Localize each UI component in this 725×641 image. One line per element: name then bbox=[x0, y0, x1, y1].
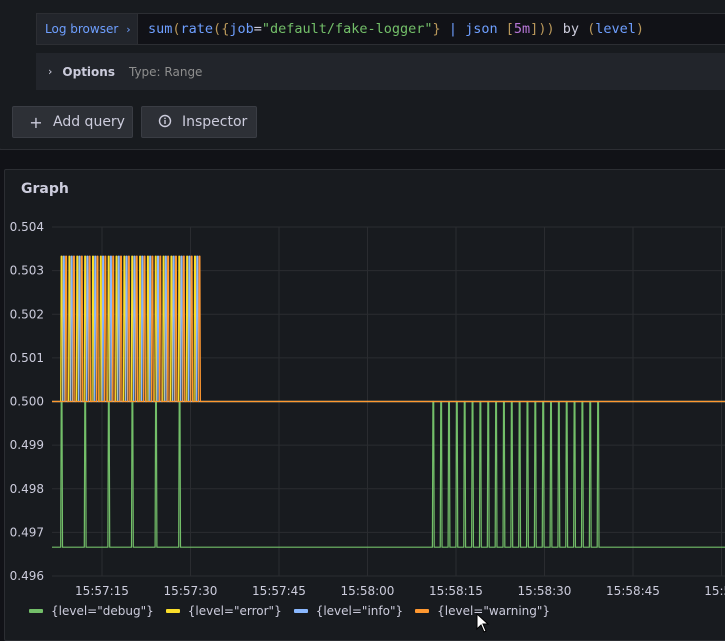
legend-swatch bbox=[29, 609, 43, 613]
legend-swatch bbox=[415, 609, 430, 613]
series-line-levelwarning bbox=[52, 255, 725, 403]
legend-item-debug[interactable]: {level="debug"} bbox=[29, 604, 154, 618]
y-tick-label: 0.499 bbox=[10, 438, 44, 452]
y-tick-label: 0.500 bbox=[10, 395, 44, 409]
x-tick-label: 15:58:30 bbox=[518, 584, 572, 598]
x-tick-label: 15:57:15 bbox=[75, 584, 129, 598]
legend-label: {level="info"} bbox=[315, 604, 404, 618]
y-tick-label: 0.498 bbox=[10, 482, 44, 496]
y-tick-label: 0.496 bbox=[10, 569, 44, 583]
y-tick-label: 0.503 bbox=[10, 264, 44, 278]
chart-legend: {level="debug"} {level="error"} {level="… bbox=[0, 602, 550, 620]
y-tick-label: 0.504 bbox=[10, 220, 44, 234]
legend-swatch bbox=[165, 609, 180, 613]
x-tick-label: 15:59 bbox=[704, 584, 725, 598]
legend-label: {level="warning"} bbox=[437, 604, 551, 618]
mouse-cursor-icon bbox=[476, 613, 490, 633]
series-line-leveldebug bbox=[52, 400, 725, 548]
legend-item-info[interactable]: {level="info"} bbox=[293, 604, 404, 618]
legend-swatch bbox=[293, 609, 308, 613]
x-tick-label: 15:58:45 bbox=[606, 584, 660, 598]
y-tick-label: 0.497 bbox=[10, 525, 44, 539]
y-tick-label: 0.501 bbox=[10, 351, 44, 365]
legend-label: {level="debug"} bbox=[51, 604, 154, 618]
x-tick-label: 15:58:15 bbox=[429, 584, 483, 598]
legend-item-error[interactable]: {level="error"} bbox=[165, 604, 282, 618]
x-tick-label: 15:58:00 bbox=[341, 584, 395, 598]
chart: 0.504 0.503 0.502 0.501 0.500 0.499 0.498 0.497… bbox=[10, 220, 725, 598]
legend-label: {level="error"} bbox=[187, 604, 282, 618]
x-tick-label: 15:57:30 bbox=[164, 584, 218, 598]
x-tick-label: 15:57:45 bbox=[252, 584, 306, 598]
y-tick-label: 0.502 bbox=[10, 307, 44, 321]
